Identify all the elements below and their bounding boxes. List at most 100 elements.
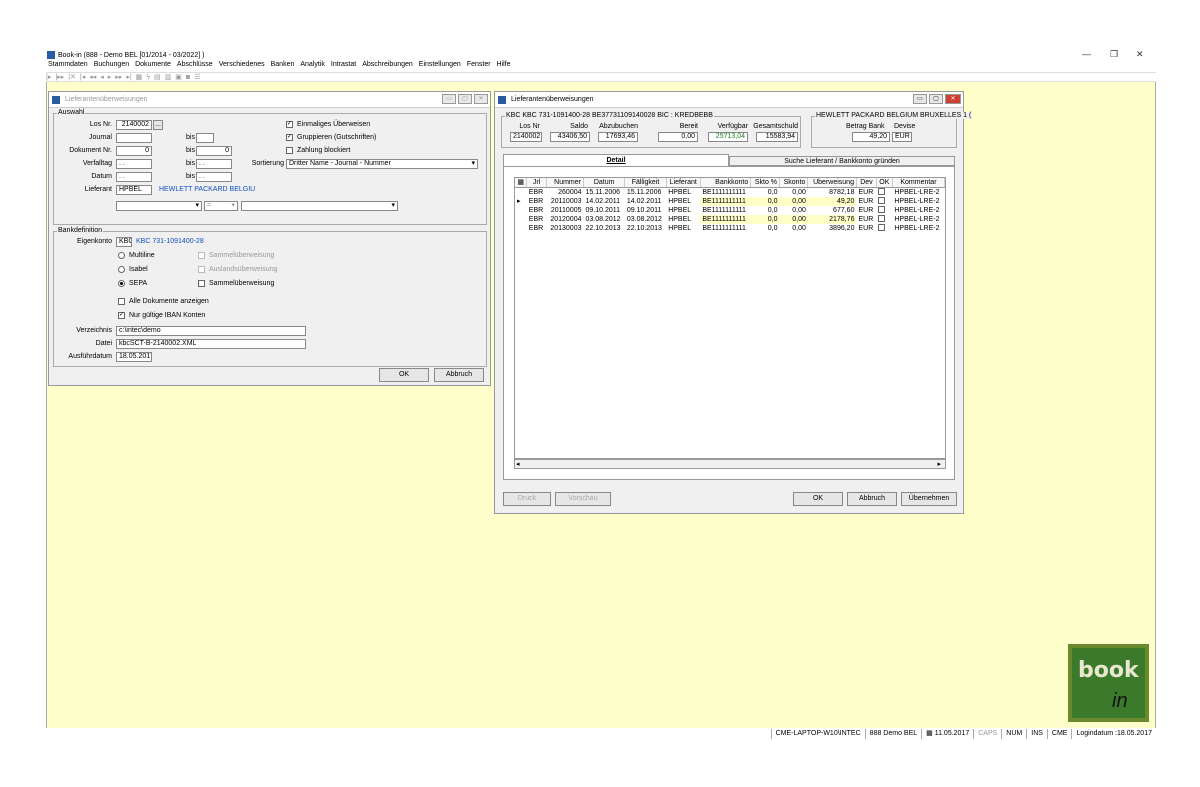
col-nummer[interactable]: Nummer	[546, 178, 585, 188]
tab-suche-lieferant[interactable]: Suche Lieferant / Bankkonto gründen	[729, 156, 955, 166]
ausfuehrdatum-input[interactable]: 18.05.2017	[116, 352, 152, 362]
col-datum[interactable]: Datum	[583, 178, 626, 188]
table-row[interactable]: EBR 260004 15.11.2006 15.11.2006 HPBEL BE1111…	[515, 187, 945, 197]
lieferant-input[interactable]: HPBEL	[116, 185, 152, 195]
nav-prev-icon[interactable]: ◂	[100, 73, 104, 81]
scroll-right-icon[interactable]: ▸	[937, 460, 941, 468]
ok-checkbox[interactable]	[876, 214, 892, 224]
menu-abschluesse[interactable]: Abschlüsse	[177, 61, 213, 71]
close-button[interactable]: ✕	[945, 94, 961, 104]
journal-to-input[interactable]	[196, 133, 214, 143]
einmalig-checkbox[interactable]: ✓	[286, 121, 293, 128]
row-selector[interactable]	[515, 187, 527, 197]
ok-button[interactable]: OK	[793, 492, 843, 506]
grid-icon[interactable]: ▤	[154, 73, 161, 81]
filter-operator-select[interactable]: = ▾	[204, 201, 238, 211]
ok-checkbox[interactable]	[876, 223, 892, 233]
alle-dokumente-checkbox[interactable]	[118, 298, 125, 305]
los-lookup-button[interactable]: ...	[153, 120, 163, 130]
ok-button[interactable]: OK	[379, 368, 429, 382]
abbruch-button[interactable]: Abbruch	[847, 492, 897, 506]
col-skonto[interactable]: Skonto	[779, 178, 809, 188]
nav-last-icon[interactable]: ▸|	[126, 73, 131, 81]
ok-checkbox[interactable]	[876, 196, 892, 206]
horizontal-scrollbar[interactable]: ◂ ▸	[514, 459, 946, 469]
menu-stammdaten[interactable]: Stammdaten	[48, 61, 88, 71]
cell-kommentar[interactable]: HPBEL-LRE-2	[892, 224, 944, 233]
col-ok[interactable]: OK	[876, 178, 893, 188]
sammel1-checkbox[interactable]	[198, 252, 205, 259]
scroll-left-icon[interactable]: ◂	[516, 460, 520, 468]
close-button[interactable]: ✕	[474, 94, 488, 104]
table-icon[interactable]: ▥	[165, 73, 172, 81]
gruppieren-checkbox[interactable]: ✓	[286, 134, 293, 141]
col-lieferant[interactable]: Lieferant	[666, 178, 701, 188]
zahlung-blockiert-checkbox[interactable]	[286, 147, 293, 154]
menu-abschreibungen[interactable]: Abschreibungen	[362, 61, 413, 71]
verzeichnis-input[interactable]: c:\intec\demo	[116, 326, 306, 336]
verfalltag-from-input[interactable]: . .	[116, 159, 152, 169]
uebernehmen-button[interactable]: Übernehmen	[901, 492, 957, 506]
col-bankkonto[interactable]: Bankkonto	[700, 178, 752, 188]
nur-iban-checkbox[interactable]: ✓	[118, 312, 125, 319]
vorschau-button[interactable]: Vorschau	[555, 492, 611, 506]
datum-to-input[interactable]: . .	[196, 172, 232, 182]
verfalltag-to-input[interactable]: . .	[196, 159, 232, 169]
menu-banken[interactable]: Banken	[271, 61, 295, 71]
sepa-radio[interactable]	[118, 280, 125, 287]
ok-checkbox[interactable]	[876, 205, 892, 215]
isabel-radio[interactable]	[118, 266, 125, 273]
menu-fenster[interactable]: Fenster	[467, 61, 491, 71]
abbruch-button[interactable]: Abbruch	[434, 368, 484, 382]
row-selector[interactable]	[515, 215, 527, 224]
col-ueberweisung[interactable]: Überweisung	[807, 178, 857, 188]
druck-button[interactable]: Druck	[503, 492, 551, 506]
menu-hilfe[interactable]: Hilfe	[497, 61, 511, 71]
ausland-checkbox[interactable]	[198, 266, 205, 273]
col-kommentar[interactable]: Kommentar	[892, 178, 945, 188]
journal-from-input[interactable]	[116, 133, 152, 143]
col-jrl[interactable]: Jrl	[526, 178, 547, 188]
datei-input[interactable]: kbcSCT-B-2140002.XML	[116, 339, 306, 349]
los-input[interactable]: 2140002	[116, 120, 152, 130]
close-icon[interactable]: ✕	[1136, 49, 1144, 60]
row-selector[interactable]	[515, 206, 527, 215]
delete-icon[interactable]: |✕	[68, 73, 76, 81]
multiline-radio[interactable]	[118, 252, 125, 259]
col-skto[interactable]: Skto %	[750, 178, 781, 188]
menu-analytik[interactable]: Analytik	[300, 61, 325, 71]
row-pointer-icon[interactable]: ▸	[515, 197, 527, 206]
last-icon[interactable]: |▸▸	[55, 73, 64, 81]
sammel2-checkbox[interactable]	[198, 280, 205, 287]
ok-checkbox[interactable]	[876, 187, 892, 197]
row-selector[interactable]	[515, 224, 527, 233]
table-row[interactable]: ▸ EBR 20110003 14.02.2011 14.02.2011 HPBEL BE1…	[515, 196, 945, 206]
nav-prev-prev-icon[interactable]: ◂◂	[89, 73, 96, 81]
window-icon[interactable]: ◙	[186, 74, 190, 81]
nav-next-icon[interactable]: ▸	[108, 73, 112, 81]
table-row[interactable]: EBR 20110005 09.10.2011 09.10.2011 HPBEL BE11…	[515, 205, 945, 215]
list-icon[interactable]: ☰	[194, 73, 200, 81]
table-row[interactable]: EBR 20120004 03.08.2012 03.08.2012 HPBEL BE11…	[515, 214, 945, 224]
cell-kommentar[interactable]: HPBEL-LRE-2	[892, 187, 944, 197]
tab-detail[interactable]: Detail	[503, 154, 729, 166]
datum-from-input[interactable]: . .	[116, 172, 152, 182]
minimize-button[interactable]: ▭	[913, 94, 927, 104]
menu-einstellungen[interactable]: Einstellungen	[419, 61, 461, 71]
table-row[interactable]: EBR 20130003 22.10.2013 22.10.2013 HPBEL BE11…	[515, 223, 945, 233]
filter-value-select[interactable]: ▾	[241, 201, 398, 211]
minimize-button[interactable]: ▭	[442, 94, 456, 104]
minimize-icon[interactable]: —	[1082, 49, 1091, 59]
cell-kommentar[interactable]: HPBEL-LRE-2	[892, 206, 944, 215]
first-icon[interactable]: |▸	[46, 73, 51, 81]
monitor-icon[interactable]: ▣	[175, 73, 182, 81]
filter-field-select[interactable]: ▾	[116, 201, 202, 211]
nav-next-next-icon[interactable]: ▸▸	[115, 73, 122, 81]
col-faelligkeit[interactable]: Fälligkeit	[624, 178, 667, 188]
cell-kommentar[interactable]: HPBEL-LRE-2	[892, 197, 944, 206]
lightning-icon[interactable]: ϟ	[146, 74, 150, 81]
dokument-from-input[interactable]: 0	[116, 146, 152, 156]
menu-intrastat[interactable]: Intrastat	[331, 61, 356, 71]
nav-first-icon[interactable]: |◂	[80, 73, 85, 81]
maximize-button[interactable]: ▢	[458, 94, 472, 104]
